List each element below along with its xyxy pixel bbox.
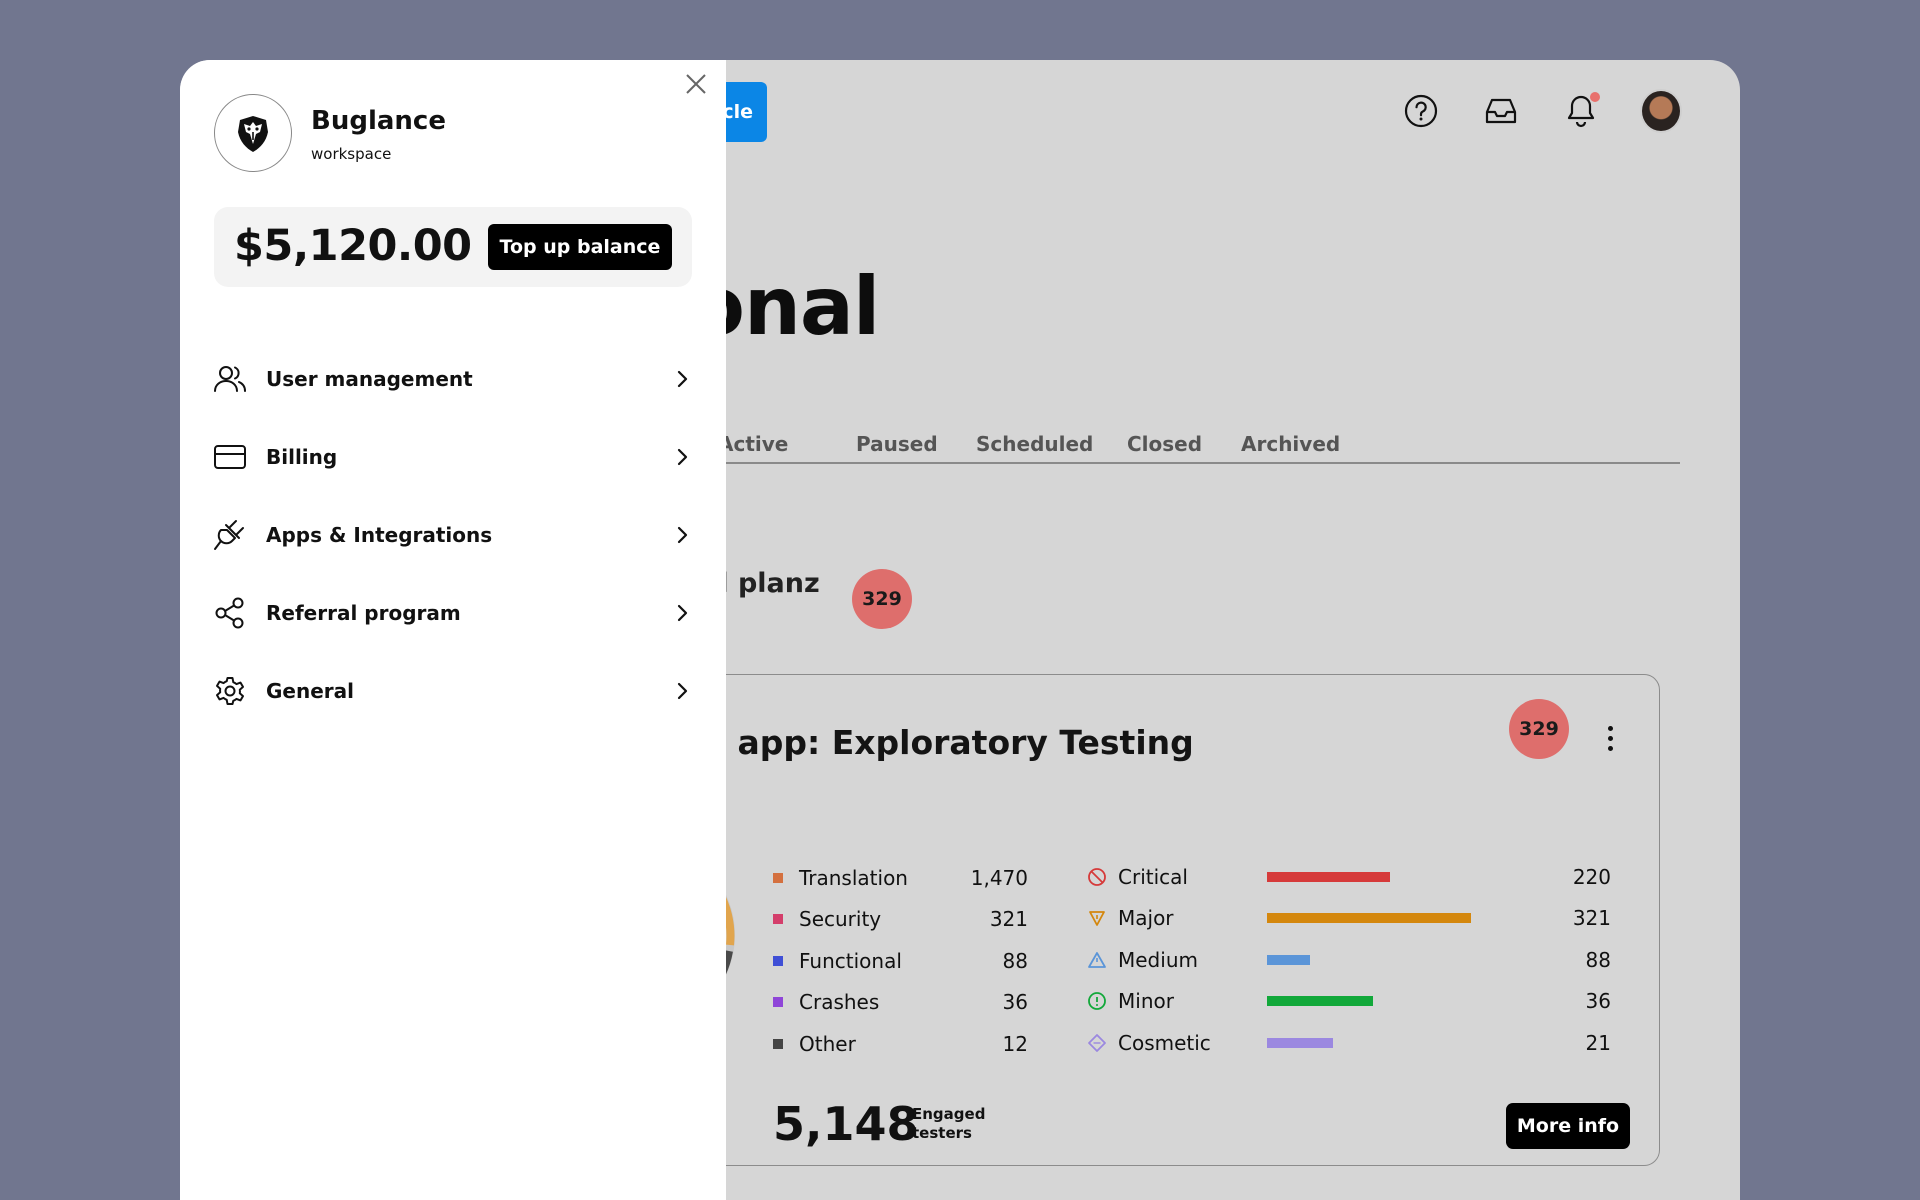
workspace-name: Buglance — [311, 106, 446, 136]
legend-label: Functional — [799, 948, 902, 973]
info-circle-icon — [1086, 990, 1108, 1012]
card-count-badge: 329 — [1509, 699, 1569, 759]
legend-value: 88 — [1002, 948, 1028, 973]
severity-label: Cosmetic — [1118, 1030, 1211, 1055]
severity-bar — [1267, 996, 1373, 1007]
workspace-subtitle: workspace — [311, 145, 392, 163]
severity-label: Major — [1118, 906, 1174, 931]
severity-list: Critical 220 Major 321 Medium 88 Minor 3… — [1086, 856, 1611, 1064]
menu-item-label: User management — [266, 367, 473, 391]
prohibited-icon — [1086, 866, 1108, 888]
status-tabs: Active Paused Scheduled Closed Archived — [680, 432, 1680, 464]
severity-row: Minor 36 — [1086, 981, 1611, 1023]
menu-item-apps-integrations[interactable]: Apps & Integrations — [212, 496, 692, 574]
settings-menu: User management Billing Apps & Integrati… — [212, 340, 692, 730]
workspace-logo-icon — [214, 94, 292, 172]
plug-icon — [212, 517, 248, 553]
credit-card-icon — [212, 439, 248, 475]
tab-closed[interactable]: Closed — [1127, 432, 1202, 456]
menu-item-referral-program[interactable]: Referral program — [212, 574, 692, 652]
legend-label: Security — [799, 907, 882, 932]
top-icon-bar — [1400, 89, 1682, 133]
severity-value: 36 — [1585, 989, 1611, 1014]
tab-scheduled[interactable]: Scheduled — [976, 432, 1093, 456]
menu-item-general[interactable]: General — [212, 652, 692, 730]
severity-row: Major 321 — [1086, 898, 1611, 940]
engaged-testers-label: Engaged testers — [912, 1105, 986, 1142]
user-avatar[interactable] — [1640, 89, 1682, 133]
legend-swatch — [773, 1038, 783, 1049]
top-up-balance-button[interactable]: Top up balance — [488, 224, 672, 270]
legend-label: Other — [799, 1031, 856, 1056]
tab-paused[interactable]: Paused — [856, 432, 938, 456]
menu-item-label: Billing — [266, 445, 338, 469]
severity-row: Medium 88 — [1086, 939, 1611, 981]
legend-swatch — [773, 955, 783, 966]
project-count-badge: 329 — [852, 569, 912, 629]
balance-card: $5,120.00 Top up balance — [214, 207, 692, 287]
menu-item-user-management[interactable]: User management — [212, 340, 692, 418]
legend-swatch — [773, 914, 783, 925]
app-window: cle onal Active Paused Scheduled Closed … — [180, 60, 1740, 1200]
legend-label: Translation — [799, 865, 908, 890]
legend-value: 321 — [989, 907, 1028, 932]
legend-value: 36 — [1002, 990, 1028, 1015]
bug-category-legend: Translation 1,470 Security 321 Functional 8… — [773, 857, 1028, 1065]
chevron-right-icon — [672, 369, 692, 389]
chevron-right-icon — [672, 603, 692, 623]
avatar — [1640, 89, 1682, 133]
card-title: ile app: Exploratory Testing — [681, 723, 1194, 762]
chevron-right-icon — [672, 447, 692, 467]
notification-dot — [1590, 92, 1600, 102]
severity-bar — [1267, 954, 1310, 965]
severity-bar — [1267, 871, 1391, 882]
legend-value: 1,470 — [970, 865, 1028, 890]
severity-label: Medium — [1118, 947, 1198, 972]
severity-value: 220 — [1572, 864, 1611, 889]
tab-archived[interactable]: Archived — [1241, 432, 1340, 456]
bell-icon[interactable] — [1560, 90, 1602, 132]
engaged-testers-count: 5,148 — [773, 1097, 919, 1151]
severity-row: Critical 220 — [1086, 856, 1611, 898]
legend-swatch — [773, 872, 783, 883]
legend-item: Other 12 — [773, 1023, 1028, 1065]
help-icon[interactable] — [1400, 90, 1442, 132]
chevron-right-icon — [672, 525, 692, 545]
users-icon — [212, 361, 248, 397]
down-triangle-icon — [1086, 907, 1108, 929]
severity-label: Critical — [1118, 864, 1188, 889]
diamond-icon — [1086, 1032, 1108, 1054]
warning-triangle-icon — [1086, 949, 1108, 971]
inbox-icon[interactable] — [1480, 90, 1522, 132]
legend-item: Functional 88 — [773, 940, 1028, 982]
severity-label: Minor — [1118, 989, 1174, 1014]
more-options-icon[interactable] — [1600, 723, 1620, 759]
legend-value: 12 — [1002, 1031, 1028, 1056]
tab-active[interactable]: Active — [718, 432, 788, 456]
workspace-drawer: Buglance workspace $5,120.00 Top up bala… — [180, 60, 726, 1200]
severity-value: 21 — [1585, 1030, 1611, 1055]
legend-swatch — [773, 997, 783, 1008]
severity-row: Cosmetic 21 — [1086, 1022, 1611, 1064]
share-icon — [212, 595, 248, 631]
menu-item-label: Apps & Integrations — [266, 523, 493, 547]
legend-item: Translation 1,470 — [773, 857, 1028, 899]
menu-item-label: General — [266, 679, 354, 703]
menu-item-billing[interactable]: Billing — [212, 418, 692, 496]
severity-bar — [1267, 913, 1472, 924]
close-icon[interactable] — [684, 72, 708, 96]
legend-label: Crashes — [799, 990, 880, 1015]
balance-amount: $5,120.00 — [234, 221, 472, 271]
severity-value: 321 — [1572, 906, 1611, 931]
chevron-right-icon — [672, 681, 692, 701]
more-info-button[interactable]: More info — [1506, 1103, 1630, 1149]
severity-bar — [1267, 1037, 1333, 1048]
gear-icon — [212, 673, 248, 709]
test-cycle-card: ile app: Exploratory Testing 329 s 9 Tra… — [547, 674, 1660, 1166]
menu-item-label: Referral program — [266, 601, 461, 625]
legend-item: Security 321 — [773, 899, 1028, 941]
legend-item: Crashes 36 — [773, 982, 1028, 1024]
severity-value: 88 — [1585, 947, 1611, 972]
